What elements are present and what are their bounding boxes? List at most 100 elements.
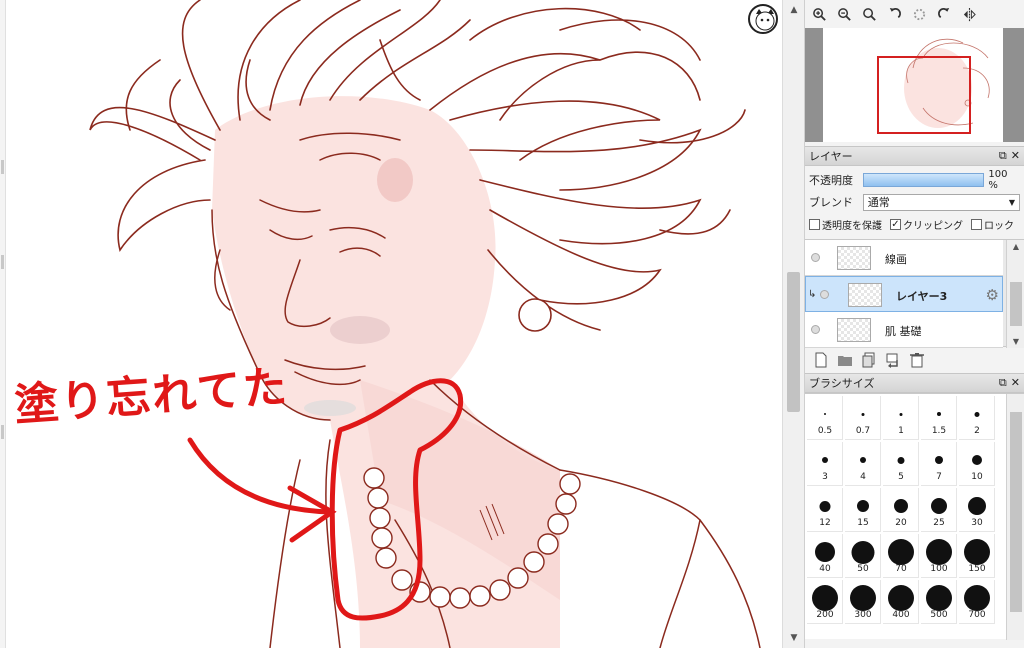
visibility-icon[interactable]: [811, 253, 820, 262]
brush-size-option[interactable]: 700: [959, 580, 995, 624]
brush-size-option[interactable]: 2: [959, 396, 995, 440]
brush-size-option[interactable]: 50: [845, 534, 881, 578]
zoom-reset-icon[interactable]: [859, 4, 880, 25]
brush-size-option[interactable]: 3: [807, 442, 843, 486]
brush-size-label: 70: [895, 564, 907, 574]
brush-size-label: 1: [898, 426, 904, 436]
right-side-panel: レイヤー ⧉ ✕ 不透明度 100 % ブレンド 通常 ▼ 透明度を保護 ✓ ク…: [804, 0, 1024, 648]
scroll-down-arrow-icon[interactable]: ▼: [1007, 337, 1024, 346]
brush-dot-icon: [814, 542, 835, 562]
brush-size-option[interactable]: 300: [845, 580, 881, 624]
brush-dot-icon: [811, 585, 838, 611]
brush-size-option[interactable]: 100: [921, 534, 957, 578]
rotate-left-icon[interactable]: [884, 4, 905, 25]
blend-mode-select[interactable]: 通常 ▼: [862, 193, 1020, 211]
brush-size-label: 20: [895, 518, 907, 528]
panel-close-icon[interactable]: ✕: [1011, 149, 1020, 163]
brush-size-option[interactable]: 400: [883, 580, 919, 624]
brush-size-option[interactable]: 150: [959, 534, 995, 578]
brush-dot-icon: [930, 498, 947, 514]
drawing-canvas[interactable]: 塗り忘れてた: [0, 0, 782, 648]
navigator-preview[interactable]: [805, 28, 1024, 142]
clipping-checkbox[interactable]: ✓ クリッピング: [890, 217, 963, 232]
rotate-reset-icon[interactable]: [909, 4, 930, 25]
duplicate-layer-icon[interactable]: [861, 352, 877, 368]
brush-dot-icon: [849, 585, 876, 611]
scrollbar-thumb[interactable]: [1010, 282, 1022, 326]
clipping-indicator-icon: ↳: [808, 289, 817, 300]
brush-dot-icon: [819, 500, 830, 512]
brush-size-label: 300: [854, 610, 872, 620]
brush-size-option[interactable]: 10: [959, 442, 995, 486]
flip-icon[interactable]: [959, 4, 980, 25]
visibility-icon[interactable]: [820, 290, 829, 299]
brush-size-option[interactable]: 25: [921, 488, 957, 532]
layer-list-scrollbar[interactable]: ▲ ▼: [1006, 240, 1024, 348]
blend-row: ブレンド 通常 ▼: [805, 191, 1024, 213]
opacity-value: 100 %: [988, 169, 1008, 191]
zoom-out-icon[interactable]: [834, 4, 855, 25]
brush-dot-icon: [963, 539, 990, 565]
scrollbar-thumb[interactable]: [787, 272, 800, 412]
brush-size-label: 25: [933, 518, 945, 528]
panel-close-icon[interactable]: ✕: [1011, 376, 1020, 390]
brush-size-label: 150: [968, 564, 986, 574]
brush-size-option[interactable]: 0.7: [845, 396, 881, 440]
brush-dot-icon: [971, 455, 982, 465]
layer-item[interactable]: 肌 基礎: [805, 312, 1003, 348]
brush-size-option[interactable]: 12: [807, 488, 843, 532]
brush-dot-icon: [925, 539, 952, 565]
brush-size-option[interactable]: 70: [883, 534, 919, 578]
brush-size-label: 100: [930, 564, 948, 574]
checkbox-checked-icon[interactable]: ✓: [890, 218, 901, 230]
layer-item-selected[interactable]: ↳ レイヤー3 ⚙: [805, 276, 1003, 312]
cheek-shade: [377, 158, 413, 202]
cat-avatar-icon[interactable]: [748, 4, 778, 34]
brush-size-panel-title: ブラシサイズ: [809, 377, 875, 390]
brush-size-scrollbar[interactable]: [1006, 394, 1024, 640]
scrollbar-thumb[interactable]: [1010, 412, 1022, 612]
checkbox-box[interactable]: [809, 218, 820, 230]
brush-size-option[interactable]: 4: [845, 442, 881, 486]
gear-icon[interactable]: ⚙: [986, 286, 999, 304]
brush-size-option[interactable]: 500: [921, 580, 957, 624]
brush-size-option[interactable]: 1.5: [921, 396, 957, 440]
brush-size-option[interactable]: 5: [883, 442, 919, 486]
brush-dot-icon: [925, 585, 952, 611]
checkbox-box[interactable]: [971, 218, 982, 230]
layer-item[interactable]: 線画: [805, 240, 1003, 276]
brush-size-label: 50: [857, 564, 869, 574]
zoom-in-icon[interactable]: [809, 4, 830, 25]
protect-alpha-checkbox[interactable]: 透明度を保護: [809, 217, 882, 232]
navigator-view-rectangle[interactable]: [877, 56, 971, 134]
visibility-icon[interactable]: [811, 325, 820, 334]
layer-panel-header: レイヤー ⧉ ✕: [805, 146, 1024, 166]
brush-size-option[interactable]: 0.5: [807, 396, 843, 440]
scroll-up-arrow-icon[interactable]: ▲: [1007, 242, 1024, 251]
brush-size-option[interactable]: 40: [807, 534, 843, 578]
brush-size-option[interactable]: 15: [845, 488, 881, 532]
opacity-slider[interactable]: [862, 173, 985, 187]
panel-float-icon[interactable]: ⧉: [999, 376, 1007, 390]
folder-icon[interactable]: [837, 352, 853, 368]
brush-size-option[interactable]: 200: [807, 580, 843, 624]
scroll-up-arrow-icon[interactable]: ▲: [783, 2, 805, 18]
brush-size-option[interactable]: 20: [883, 488, 919, 532]
brush-size-option[interactable]: 30: [959, 488, 995, 532]
layer-thumbnail: [848, 283, 882, 307]
brush-size-label: 3: [822, 472, 828, 482]
opacity-label: 不透明度: [809, 174, 853, 187]
canvas-vertical-scrollbar[interactable]: ▲ ▼: [782, 0, 804, 648]
brush-size-option[interactable]: 1: [883, 396, 919, 440]
brush-dot-icon: [861, 412, 864, 416]
rotate-right-icon[interactable]: [934, 4, 955, 25]
lock-checkbox[interactable]: ロック: [971, 217, 1014, 232]
merge-down-icon[interactable]: [885, 352, 901, 368]
brush-dot-icon: [899, 412, 902, 416]
brush-size-option[interactable]: 7: [921, 442, 957, 486]
scroll-down-arrow-icon[interactable]: ▼: [783, 630, 805, 646]
trash-icon[interactable]: [909, 352, 925, 368]
new-layer-icon[interactable]: [813, 352, 829, 368]
panel-float-icon[interactable]: ⧉: [999, 149, 1007, 163]
chin-highlight: [304, 400, 356, 416]
